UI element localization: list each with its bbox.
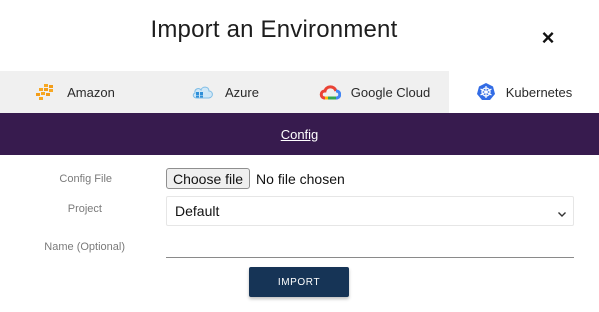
name-input[interactable] xyxy=(166,230,574,258)
tab-google-cloud-label: Google Cloud xyxy=(350,84,431,100)
azure-cloud-icon xyxy=(191,83,215,101)
tab-amazon[interactable]: Amazon xyxy=(0,71,150,113)
tab-azure[interactable]: Azure xyxy=(150,71,300,113)
provider-tabs: Amazon Azure Google Cloud Kubernetes xyxy=(0,71,599,113)
name-label: Name (Optional) xyxy=(44,241,125,253)
tab-google-cloud[interactable]: Google Cloud xyxy=(300,71,449,113)
sub-navigation: Config xyxy=(0,113,599,155)
project-label: Project xyxy=(67,203,102,215)
file-status-text: No file chosen xyxy=(256,170,345,187)
config-file-label: Config File xyxy=(59,173,112,185)
import-environment-modal: Import an Environment × Amazon Azure Goo… xyxy=(0,0,599,312)
tab-kubernetes-label: Kubernetes xyxy=(505,84,573,100)
project-select[interactable]: Default xyxy=(166,196,574,226)
close-icon[interactable]: × xyxy=(537,26,559,50)
config-file-picker: Choose file No file chosen xyxy=(166,168,345,189)
tab-amazon-label: Amazon xyxy=(67,84,115,100)
modal-title: Import an Environment xyxy=(150,16,398,43)
google-cloud-icon xyxy=(319,83,341,101)
tab-kubernetes[interactable]: Kubernetes xyxy=(449,71,599,113)
project-selected-value: Default xyxy=(175,203,220,219)
choose-file-button[interactable]: Choose file xyxy=(166,168,251,189)
aws-icon xyxy=(35,83,57,101)
config-link[interactable]: Config xyxy=(281,127,319,142)
chevron-down-icon xyxy=(557,206,567,224)
tab-azure-label: Azure xyxy=(225,84,259,100)
kubernetes-icon xyxy=(476,82,496,102)
import-button[interactable]: IMPORT xyxy=(249,267,349,297)
